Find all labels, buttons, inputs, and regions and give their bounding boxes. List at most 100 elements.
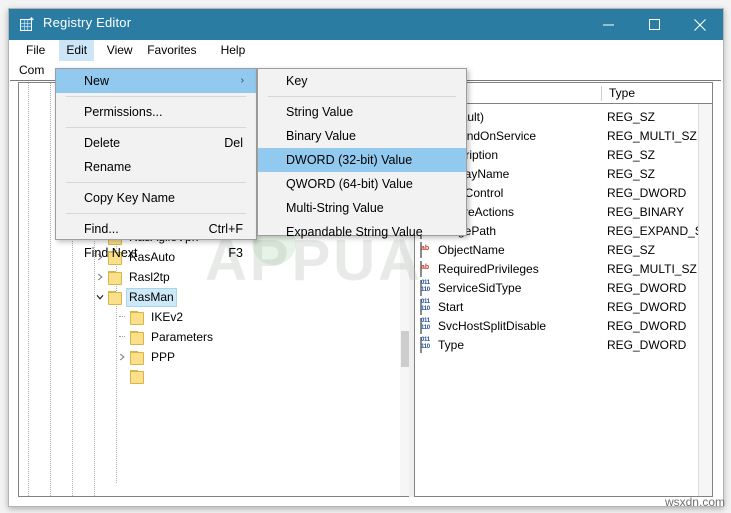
- menubar-item-label: Edit: [66, 43, 88, 57]
- menu-separator: [66, 182, 246, 183]
- menu-item-expandable-string-value[interactable]: Expandable String Value: [258, 220, 466, 244]
- menu-item-label: Permissions...: [84, 105, 163, 119]
- chevron-down-icon[interactable]: [93, 287, 107, 307]
- menu-item-new[interactable]: New ›: [56, 69, 256, 93]
- menubar-item-file[interactable]: File: [19, 40, 52, 61]
- ab-icon: ab: [420, 242, 434, 258]
- column-header-type[interactable]: Type: [601, 83, 635, 103]
- value-name: ServiceSidType: [438, 281, 522, 295]
- tree-item-label: Rasl2tp: [129, 270, 170, 284]
- menubar-item-label: Help: [220, 43, 246, 57]
- values-scrollbar[interactable]: [698, 104, 712, 496]
- menu-item-label: Key: [286, 74, 308, 88]
- menu-item-label: QWORD (64-bit) Value: [286, 177, 413, 191]
- folder-icon: [107, 270, 122, 285]
- value-name: Start: [438, 300, 464, 314]
- menu-item-dword-32-bit-value[interactable]: DWORD (32-bit) Value: [258, 148, 466, 172]
- maximize-button[interactable]: [631, 9, 677, 40]
- tree-item-rasman[interactable]: RasMan: [19, 287, 414, 307]
- value-name: Type: [438, 338, 465, 352]
- menubar-item-label: Favorites: [147, 43, 197, 57]
- value-type: REG_DWORD: [607, 186, 687, 200]
- menu-item-label: Binary Value: [286, 129, 356, 143]
- watermark-site: wsxdn.com: [664, 495, 725, 509]
- submenu-arrow-icon: ›: [240, 75, 244, 86]
- menu-item-rename[interactable]: Rename: [56, 155, 256, 179]
- minimize-button[interactable]: [585, 9, 631, 40]
- menu-separator: [66, 213, 246, 214]
- value-row[interactable]: 011 110 Start REG_DWORD: [415, 298, 712, 317]
- tree-item-ppp[interactable]: PPP: [19, 347, 414, 367]
- menu-item-string-value[interactable]: String Value: [258, 100, 466, 124]
- menu-item-label: DWORD (32-bit) Value: [286, 153, 413, 167]
- menubar-item-favorites[interactable]: Favorites: [140, 40, 203, 61]
- menu-item-find[interactable]: Find... Ctrl+F: [56, 217, 256, 241]
- chevron-right-icon[interactable]: [93, 267, 107, 287]
- tree-item-label: IKEv2: [151, 310, 184, 324]
- tree-item-rasl2tp[interactable]: Rasl2tp: [19, 267, 414, 287]
- menu-item-qword-64-bit-value[interactable]: QWORD (64-bit) Value: [258, 172, 466, 196]
- tree-item-parameters[interactable]: Parameters: [19, 327, 414, 347]
- menu-separator: [66, 96, 246, 97]
- value-row[interactable]: 011 110 Type REG_DWORD: [415, 336, 712, 355]
- binary-icon: 011110: [420, 280, 434, 296]
- window-title: Registry Editor: [43, 15, 132, 30]
- menu-item-accelerator: F3: [228, 246, 243, 260]
- folder-icon: [129, 330, 144, 345]
- new-submenu: Key String Value Binary Value DWORD (32-bit…: [257, 68, 467, 239]
- menu-item-label: Find Next: [84, 246, 138, 260]
- value-row[interactable]: 011 110 SvcHostSplitDisable REG_DWORD: [415, 317, 712, 336]
- menubar-item-label: File: [26, 43, 46, 57]
- address-bar-text: Com: [19, 63, 45, 77]
- menu-item-label: Multi-String Value: [286, 201, 384, 215]
- tree-item-partial[interactable]: [129, 367, 144, 387]
- tree-leaf-connector: [115, 307, 129, 327]
- menu-item-label: Expandable String Value: [286, 225, 423, 239]
- binary-icon: 011110: [420, 337, 434, 353]
- menu-separator: [66, 127, 246, 128]
- window-controls: [585, 9, 723, 40]
- value-name: RequiredPrivileges: [438, 262, 539, 276]
- menu-item-find-next[interactable]: Find Next F3: [56, 241, 256, 265]
- tree-leaf-connector: [115, 327, 129, 347]
- menu-item-binary-value[interactable]: Binary Value: [258, 124, 466, 148]
- menu-item-multi-string-value[interactable]: Multi-String Value: [258, 196, 466, 220]
- menu-item-label: String Value: [286, 105, 354, 119]
- menu-item-permissions[interactable]: Permissions...: [56, 100, 256, 124]
- menu-separator: [268, 96, 456, 97]
- tree-item-ikev2[interactable]: IKEv2: [19, 307, 414, 327]
- value-type: REG_DWORD: [607, 281, 687, 295]
- value-type: REG_SZ: [607, 110, 656, 124]
- folder-icon: [129, 350, 144, 365]
- value-row[interactable]: ab RequiredPrivileges REG_MULTI_SZ: [415, 260, 712, 279]
- menu-item-delete[interactable]: Delete Del: [56, 131, 256, 155]
- value-type: REG_EXPAND_SZ: [607, 224, 711, 238]
- chevron-right-icon[interactable]: [115, 347, 129, 367]
- menubar-item-edit[interactable]: Edit: [59, 40, 95, 61]
- menu-bar: File Edit View Favorites Help: [9, 40, 723, 62]
- tree-item-label: PPP: [151, 350, 176, 364]
- edit-dropdown-menu: New › Permissions... Delete Del Rename Copy Ke…: [55, 68, 257, 260]
- binary-icon: 011110: [420, 318, 434, 334]
- value-type: REG_MULTI_SZ: [607, 262, 697, 276]
- binary-icon: 011110: [420, 299, 434, 315]
- menu-item-label: Rename: [84, 160, 132, 174]
- tree-item-label: Parameters: [151, 330, 214, 344]
- menu-item-accelerator: Del: [224, 136, 243, 150]
- menu-item-label: Delete: [84, 136, 121, 150]
- tree-item-label: RasMan: [126, 287, 177, 307]
- title-bar: Registry Editor: [9, 9, 723, 40]
- value-type: REG_DWORD: [607, 300, 687, 314]
- value-row[interactable]: 011 110 ServiceSidType REG_DWORD: [415, 279, 712, 298]
- menubar-item-label: View: [106, 43, 133, 57]
- value-type: REG_MULTI_SZ: [607, 129, 697, 143]
- menubar-item-help[interactable]: Help: [214, 40, 253, 61]
- menu-item-key[interactable]: Key: [258, 69, 466, 93]
- value-type: REG_SZ: [607, 148, 656, 162]
- menu-item-copy-key-name[interactable]: Copy Key Name: [56, 186, 256, 210]
- ab-icon: ab: [420, 261, 434, 277]
- close-button[interactable]: [677, 9, 723, 40]
- menubar-item-view[interactable]: View: [100, 40, 140, 61]
- menu-item-accelerator: Ctrl+F: [208, 222, 243, 236]
- value-type: REG_BINARY: [607, 205, 685, 219]
